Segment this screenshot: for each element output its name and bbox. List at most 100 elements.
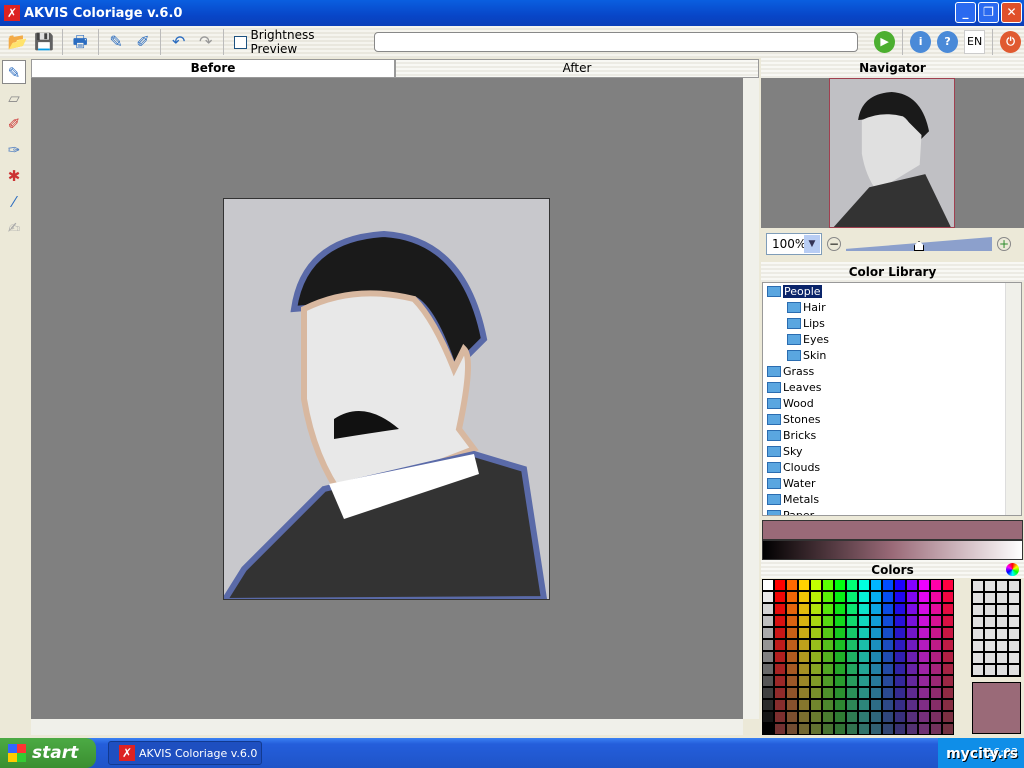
palette-swatch[interactable] (834, 627, 846, 639)
custom-color-slot[interactable] (984, 628, 996, 640)
custom-color-slot[interactable] (1008, 628, 1020, 640)
palette-swatch[interactable] (930, 651, 942, 663)
palette-swatch[interactable] (810, 723, 822, 735)
palette-swatch[interactable] (846, 603, 858, 615)
palette-swatch[interactable] (918, 615, 930, 627)
palette-swatch[interactable] (834, 711, 846, 723)
palette-swatch[interactable] (798, 723, 810, 735)
palette-swatch[interactable] (762, 711, 774, 723)
palette-swatch[interactable] (762, 591, 774, 603)
custom-color-slot[interactable] (1008, 616, 1020, 628)
save-icon[interactable]: 💾 (33, 30, 56, 54)
palette-swatch[interactable] (846, 723, 858, 735)
zoom-slider-thumb[interactable] (914, 241, 924, 251)
palette-swatch[interactable] (786, 699, 798, 711)
palette-swatch[interactable] (834, 663, 846, 675)
palette-swatch[interactable] (858, 675, 870, 687)
palette-swatch[interactable] (882, 687, 894, 699)
palette-swatch[interactable] (858, 723, 870, 735)
palette-swatch[interactable] (882, 723, 894, 735)
library-item[interactable]: Grass (763, 363, 1021, 379)
custom-color-slot[interactable] (1008, 652, 1020, 664)
restore-button[interactable]: ❐ (978, 2, 999, 23)
hand-tool-icon[interactable]: ✍ (2, 216, 26, 240)
palette-swatch[interactable] (930, 675, 942, 687)
horizontal-scrollbar[interactable] (31, 719, 743, 735)
palette-swatch[interactable] (762, 603, 774, 615)
palette-swatch[interactable] (858, 579, 870, 591)
palette-swatch[interactable] (894, 615, 906, 627)
palette-swatch[interactable] (774, 615, 786, 627)
palette-swatch[interactable] (846, 591, 858, 603)
palette-swatch[interactable] (906, 639, 918, 651)
pencil-tool-icon[interactable]: ✎ (2, 60, 26, 84)
language-button[interactable]: EN (964, 30, 986, 54)
image-canvas[interactable] (31, 78, 743, 719)
palette-swatch[interactable] (930, 579, 942, 591)
palette-swatch[interactable] (810, 687, 822, 699)
palette-swatch[interactable] (798, 603, 810, 615)
palette-swatch[interactable] (882, 627, 894, 639)
custom-color-slot[interactable] (1008, 604, 1020, 616)
custom-color-slot[interactable] (996, 604, 1008, 616)
palette-swatch[interactable] (858, 639, 870, 651)
palette-swatch[interactable] (858, 627, 870, 639)
palette-swatch[interactable] (786, 651, 798, 663)
palette-swatch[interactable] (882, 651, 894, 663)
palette-swatch[interactable] (858, 651, 870, 663)
palette-swatch[interactable] (942, 663, 954, 675)
custom-color-slot[interactable] (1008, 664, 1020, 676)
taskbar-item-akvis[interactable]: ✗ AKVIS Coloriage v.6.0 (108, 741, 262, 765)
custom-color-slot[interactable] (1008, 580, 1020, 592)
palette-swatch[interactable] (834, 699, 846, 711)
chevron-down-icon[interactable]: ▼ (804, 235, 820, 253)
palette-swatch[interactable] (846, 687, 858, 699)
palette-swatch[interactable] (858, 591, 870, 603)
palette-swatch[interactable] (894, 687, 906, 699)
palette-swatch[interactable] (906, 687, 918, 699)
library-item[interactable]: Lips (763, 315, 1021, 331)
palette-swatch[interactable] (906, 675, 918, 687)
palette-swatch[interactable] (870, 603, 882, 615)
palette-swatch[interactable] (918, 591, 930, 603)
palette-swatch[interactable] (858, 663, 870, 675)
palette-swatch[interactable] (930, 663, 942, 675)
palette-swatch[interactable] (822, 639, 834, 651)
save-strokes-icon[interactable]: ✐ (131, 30, 154, 54)
palette-swatch[interactable] (930, 591, 942, 603)
palette-swatch[interactable] (918, 723, 930, 735)
palette-swatch[interactable] (882, 579, 894, 591)
library-item[interactable]: Clouds (763, 459, 1021, 475)
library-item[interactable]: Metals (763, 491, 1021, 507)
palette-swatch[interactable] (870, 639, 882, 651)
palette-swatch[interactable] (906, 615, 918, 627)
palette-swatch[interactable] (870, 723, 882, 735)
palette-swatch[interactable] (822, 723, 834, 735)
palette-swatch[interactable] (906, 699, 918, 711)
palette-swatch[interactable] (942, 675, 954, 687)
custom-color-slot[interactable] (972, 652, 984, 664)
palette-swatch[interactable] (846, 615, 858, 627)
palette-swatch[interactable] (906, 591, 918, 603)
palette-swatch[interactable] (870, 711, 882, 723)
palette-swatch[interactable] (798, 651, 810, 663)
palette-swatch[interactable] (882, 699, 894, 711)
palette-swatch[interactable] (942, 651, 954, 663)
palette-swatch[interactable] (786, 663, 798, 675)
palette-swatch[interactable] (774, 675, 786, 687)
navigator-view[interactable] (761, 78, 1024, 228)
palette-swatch[interactable] (870, 591, 882, 603)
palette-swatch[interactable] (846, 639, 858, 651)
palette-swatch[interactable] (942, 723, 954, 735)
brightness-gradient[interactable] (762, 540, 1023, 560)
palette-swatch[interactable] (858, 711, 870, 723)
palette-swatch[interactable] (942, 603, 954, 615)
zoom-in-icon[interactable]: + (997, 237, 1011, 251)
palette-swatch[interactable] (834, 723, 846, 735)
palette-swatch[interactable] (798, 591, 810, 603)
palette-swatch[interactable] (810, 603, 822, 615)
palette-swatch[interactable] (834, 639, 846, 651)
palette-swatch[interactable] (942, 615, 954, 627)
palette-swatch[interactable] (870, 663, 882, 675)
custom-color-slot[interactable] (972, 628, 984, 640)
